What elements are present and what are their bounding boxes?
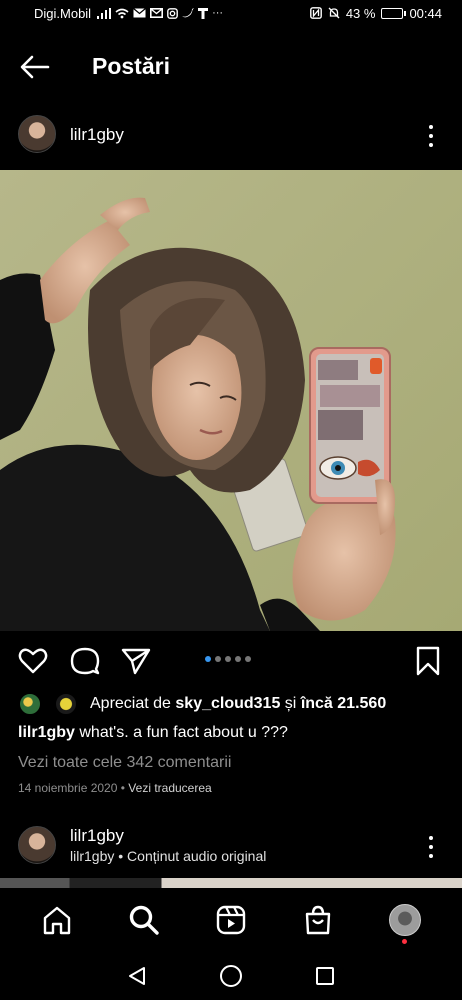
see-translation-link[interactable]: Vezi traducerea bbox=[128, 781, 211, 795]
liker-avatar bbox=[54, 692, 78, 716]
audio-label: Conținut audio original bbox=[127, 848, 267, 864]
bookmark-icon[interactable] bbox=[412, 645, 444, 677]
status-left: Digi.Mobil ··· bbox=[34, 6, 223, 21]
search-icon bbox=[129, 905, 159, 935]
wifi-icon bbox=[115, 8, 129, 18]
caption-text: what's. a fun fact about u ??? bbox=[79, 724, 288, 741]
carousel-dot bbox=[245, 656, 251, 662]
comment-icon[interactable] bbox=[69, 645, 101, 677]
heart-icon[interactable] bbox=[17, 645, 49, 677]
shop-icon bbox=[305, 905, 330, 935]
post-author-avatar[interactable] bbox=[18, 115, 56, 153]
nfc-icon bbox=[309, 7, 322, 19]
carousel-dot bbox=[225, 656, 231, 662]
meta-separator: • bbox=[120, 781, 125, 795]
nav-shop[interactable] bbox=[298, 900, 338, 940]
carousel-dot bbox=[205, 656, 211, 662]
bottom-nav bbox=[0, 888, 462, 952]
more-notifications-icon: ··· bbox=[212, 7, 224, 19]
nav-reels[interactable] bbox=[211, 900, 251, 940]
liked-by-avatars bbox=[18, 692, 82, 716]
twitter-icon bbox=[182, 8, 195, 18]
clock: 00:44 bbox=[409, 5, 442, 21]
next-post-author-username[interactable]: lilr1gby bbox=[70, 826, 124, 846]
liked-by-and: și bbox=[284, 695, 297, 712]
app-header: Postări bbox=[0, 40, 462, 96]
liked-by[interactable]: Apreciat de sky_cloud315 și încă 21.560 bbox=[18, 692, 386, 716]
post-actions bbox=[0, 643, 462, 679]
nav-search[interactable] bbox=[124, 900, 164, 940]
post-photo-image bbox=[0, 170, 462, 631]
liked-by-username[interactable]: sky_cloud315 bbox=[175, 695, 280, 712]
view-all-comments-link[interactable]: Vezi toate cele 342 comentarii bbox=[18, 754, 231, 772]
silent-bell-icon bbox=[328, 7, 340, 19]
carousel-indicator bbox=[205, 656, 251, 662]
system-nav-bar bbox=[0, 952, 462, 1000]
post-date: 14 noiembrie 2020 bbox=[18, 781, 118, 795]
battery-icon bbox=[381, 7, 407, 19]
post-photo[interactable] bbox=[0, 170, 462, 631]
profile-avatar bbox=[388, 904, 421, 936]
post-header: lilr1gby bbox=[0, 115, 462, 157]
more-vertical-icon[interactable] bbox=[422, 125, 440, 147]
carrier-label: Digi.Mobil bbox=[34, 5, 92, 21]
post-caption: lilr1gby what's. a fun fact about u ??? bbox=[18, 724, 288, 742]
tinder-t-icon bbox=[198, 7, 209, 19]
battery-percent: 43 % bbox=[345, 5, 376, 21]
system-back-icon[interactable] bbox=[126, 965, 148, 987]
status-notification-icons: ··· bbox=[97, 7, 223, 19]
arrow-left-icon[interactable] bbox=[18, 52, 52, 82]
notification-dot bbox=[401, 939, 407, 944]
signal-icon bbox=[97, 7, 112, 19]
reels-icon bbox=[216, 905, 246, 935]
system-home-icon[interactable] bbox=[219, 964, 243, 988]
status-right: 43 % 00:44 bbox=[309, 5, 442, 21]
status-bar: Digi.Mobil ··· 43 % 00:44 bbox=[0, 0, 462, 26]
liked-by-prefix: Apreciat de bbox=[90, 695, 171, 712]
next-post-author-avatar[interactable] bbox=[18, 826, 56, 864]
post-author-username[interactable]: lilr1gby bbox=[70, 125, 124, 145]
more-vertical-icon[interactable] bbox=[422, 836, 440, 858]
page-title: Postări bbox=[92, 53, 170, 79]
post-meta: 14 noiembrie 2020 • Vezi traducerea bbox=[18, 781, 212, 795]
audio-username: lilr1gby bbox=[70, 848, 115, 864]
nav-home[interactable] bbox=[37, 900, 77, 940]
liker-avatar bbox=[18, 692, 42, 716]
caption-username[interactable]: lilr1gby bbox=[18, 724, 75, 741]
carousel-dot bbox=[235, 656, 241, 662]
likes-count[interactable]: încă 21.560 bbox=[301, 695, 386, 712]
system-recents-icon[interactable] bbox=[314, 965, 336, 987]
home-icon bbox=[44, 906, 71, 935]
mail-icon bbox=[133, 8, 146, 18]
next-post-media-peek bbox=[0, 878, 462, 888]
gmail-icon bbox=[150, 8, 164, 18]
carousel-dot bbox=[215, 656, 221, 662]
audio-separator: • bbox=[118, 848, 124, 864]
instagram-icon bbox=[167, 7, 178, 19]
liked-by-text: Apreciat de sky_cloud315 și încă 21.560 bbox=[90, 695, 386, 713]
next-post-header: lilr1gby lilr1gby • Conținut audio origi… bbox=[0, 826, 462, 868]
nav-profile[interactable] bbox=[385, 900, 425, 944]
send-icon[interactable] bbox=[120, 645, 152, 677]
next-post-audio[interactable]: lilr1gby • Conținut audio original bbox=[70, 848, 266, 864]
